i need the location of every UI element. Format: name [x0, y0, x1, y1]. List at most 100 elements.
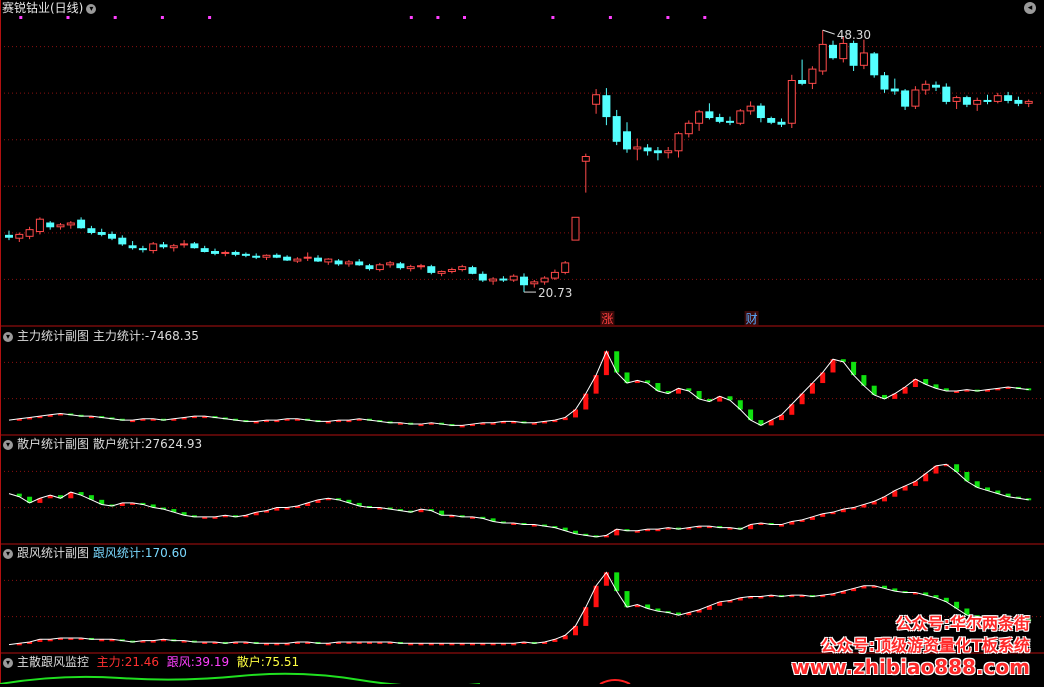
candle-body	[612, 116, 621, 142]
candle-body	[200, 248, 209, 252]
candle-body	[561, 262, 570, 273]
tag-label: 财	[746, 312, 758, 326]
panel-2-header: ▾ 散户统计副图 散户统计:27624.93	[0, 436, 202, 452]
candle-body	[344, 261, 353, 265]
candle-body	[849, 42, 858, 66]
signal-marker	[409, 16, 413, 19]
candle-body	[406, 266, 415, 270]
high-pointer	[822, 29, 835, 35]
panel-1-stat-value: -7468.35	[144, 329, 199, 343]
candle-body	[726, 120, 734, 123]
chevron-down-icon[interactable]: ▾	[86, 3, 97, 14]
candle-body	[911, 89, 920, 107]
signal-marker	[208, 16, 212, 19]
candle-body	[581, 156, 590, 162]
signal-marker	[66, 16, 70, 19]
candle-body	[880, 75, 889, 90]
candle-body	[859, 52, 868, 66]
legend-label-follow: 跟风:	[166, 655, 195, 669]
panel-1-header: ▾ 主力统计副图 主力统计:-7468.35	[0, 328, 199, 344]
panel-3-stat-value: 170.60	[144, 546, 187, 560]
candle-body	[962, 97, 971, 105]
chevron-down-icon[interactable]: ▾	[3, 657, 13, 668]
panel-2-title: 散户统计副图	[17, 437, 90, 451]
monitor-line-red	[599, 679, 631, 685]
candle-body	[118, 237, 127, 245]
candle-body	[375, 264, 384, 271]
candle-body	[932, 84, 940, 88]
signal-marker	[608, 16, 612, 19]
signal-marker	[666, 16, 670, 19]
candle-body	[231, 251, 240, 255]
candle-body	[478, 273, 487, 281]
candle-body	[921, 83, 930, 91]
panel-4-header: ▾ 主散跟风监控 主力:21.46 跟风:39.19 散户:75.51	[0, 654, 299, 670]
legend-value-main: 21.46	[124, 655, 160, 669]
candle-body	[46, 222, 55, 228]
chevron-down-icon[interactable]: ▾	[3, 548, 13, 559]
legend-label-retail: 散户:	[236, 655, 265, 669]
main-panel-title: 赛锐钴业(日线)	[2, 1, 84, 15]
candle-body	[798, 80, 807, 84]
candle-body	[952, 97, 961, 102]
candle-body	[973, 99, 982, 105]
candle-body	[293, 258, 302, 262]
candle-body	[283, 256, 292, 261]
chevron-down-icon[interactable]: ▾	[3, 331, 13, 342]
candle-body	[808, 68, 817, 84]
candle-body	[767, 118, 776, 123]
candle-body	[334, 260, 343, 265]
settings-icon[interactable]: ◂	[1024, 2, 1036, 14]
signal-marker	[463, 16, 466, 19]
candle-body	[674, 133, 683, 152]
candle-body	[540, 277, 549, 283]
candle-body	[623, 131, 631, 150]
candle-body	[509, 275, 518, 281]
candle-body	[180, 243, 189, 246]
signal-marker	[551, 16, 555, 19]
panel-1-title: 主力统计副图	[17, 329, 90, 343]
candle-body	[97, 232, 106, 235]
high-label: 48.30	[837, 28, 871, 42]
panel-1-stat-label: 主力统计:	[92, 329, 145, 343]
candle-body	[787, 80, 796, 124]
candle-body	[25, 229, 34, 237]
candle-body	[252, 255, 261, 258]
panel-2-stat-value: 27624.93	[144, 437, 203, 451]
panel-4-title: 主散跟风监控	[17, 655, 90, 669]
candle-body	[303, 256, 312, 259]
candle-body	[108, 233, 116, 239]
candle-body	[653, 150, 662, 154]
candle-body	[756, 105, 765, 119]
legend-label-main: 主力:	[96, 655, 125, 669]
candle-body	[643, 147, 652, 152]
candle-body	[602, 95, 611, 118]
candle-body	[190, 243, 199, 249]
candle-body	[592, 94, 601, 105]
candle-body	[633, 146, 642, 150]
legend-value-retail: 75.51	[264, 655, 300, 669]
candle-body	[365, 265, 374, 270]
chevron-down-icon[interactable]: ▾	[3, 439, 13, 450]
signal-marker	[19, 16, 23, 19]
low-label: 20.73	[538, 286, 572, 300]
candle-body	[1004, 95, 1013, 101]
candle-body	[818, 43, 827, 72]
candle-body	[396, 263, 405, 269]
candle-body	[77, 219, 86, 229]
candle-body	[87, 228, 96, 233]
candle-body	[355, 261, 364, 266]
candle-body	[221, 251, 230, 254]
candle-body	[468, 267, 477, 274]
panel-3-header: ▾ 跟风统计副图 跟风统计:170.60	[0, 545, 187, 561]
panel-3-title: 跟风统计副图	[17, 546, 90, 560]
candle-body	[520, 276, 528, 286]
candle-body	[695, 111, 704, 124]
candle-body	[66, 222, 75, 226]
tag-label: 涨	[601, 311, 613, 326]
candle-body	[159, 244, 168, 248]
candle-body	[1014, 99, 1023, 104]
candle-body	[684, 122, 693, 135]
candle-body	[1024, 100, 1033, 104]
candle-body	[324, 258, 333, 263]
